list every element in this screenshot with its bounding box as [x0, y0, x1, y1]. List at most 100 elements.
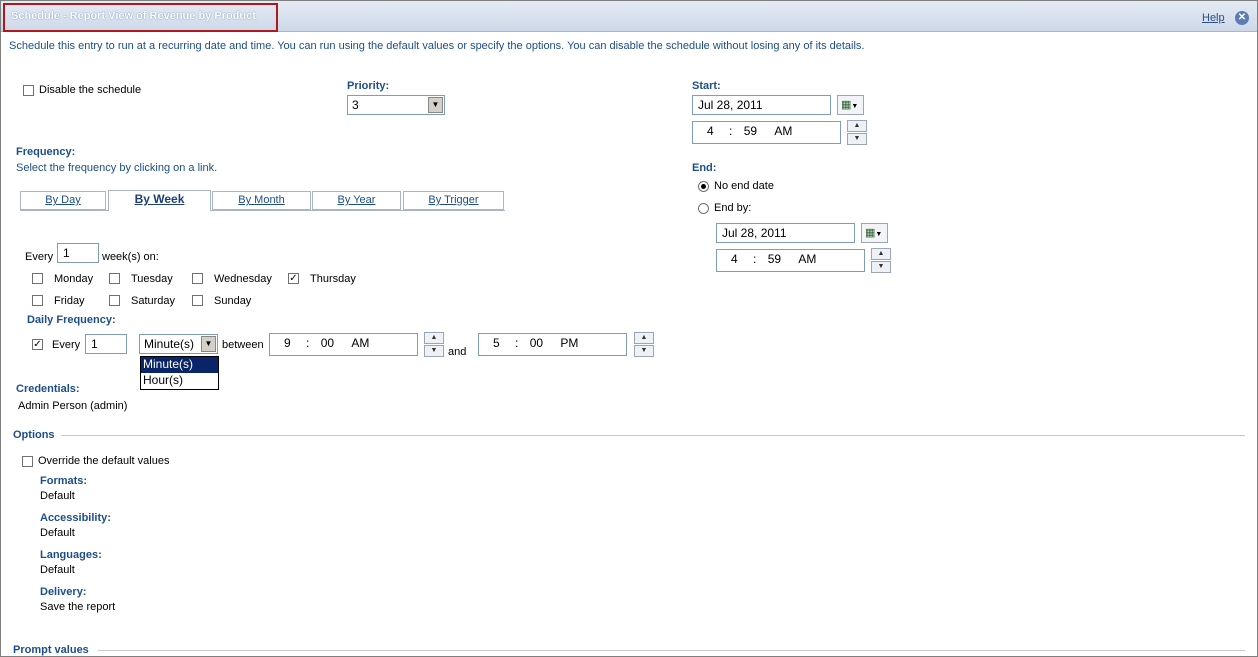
no-end-date-label: No end date	[714, 180, 774, 192]
spin-down-icon[interactable]: ▼	[634, 345, 654, 357]
start-hour: 4	[707, 124, 714, 138]
formats-label: Formats:	[40, 475, 88, 487]
accessibility-value: Default	[40, 527, 75, 539]
from-minute: 00	[320, 336, 335, 350]
disable-schedule-label: Disable the schedule	[39, 84, 142, 96]
friday-label: Friday	[54, 295, 85, 307]
daily-from-time-input[interactable]: 9 : 00 AM	[269, 333, 418, 356]
help-link[interactable]: Help	[1202, 12, 1225, 24]
saturday-checkbox[interactable]	[109, 295, 120, 306]
dropdown-option-minutes[interactable]: Minute(s)	[141, 357, 218, 373]
end-date-input[interactable]: Jul 28, 2011	[716, 223, 855, 243]
spin-down-icon[interactable]: ▼	[424, 345, 444, 357]
time-separator: :	[753, 252, 757, 266]
dropdown-option-hours[interactable]: Hour(s)	[141, 373, 218, 389]
spin-up-icon[interactable]: ▲	[424, 332, 444, 344]
tab-by-month[interactable]: By Month	[212, 191, 311, 210]
tab-by-day[interactable]: By Day	[20, 191, 106, 210]
no-end-date-radio[interactable]	[698, 181, 709, 192]
spin-up-icon[interactable]: ▲	[871, 248, 891, 260]
daily-every-checkbox[interactable]: ✓	[32, 339, 43, 350]
daily-to-time-input[interactable]: 5 : 00 PM	[478, 333, 627, 356]
spin-up-icon[interactable]: ▲	[634, 332, 654, 344]
override-defaults-label: Override the default values	[38, 455, 170, 467]
from-hour: 9	[284, 336, 291, 350]
to-hour: 5	[493, 336, 500, 350]
from-ampm: AM	[351, 336, 370, 350]
sunday-label: Sunday	[214, 295, 252, 307]
calendar-icon: ▦	[841, 99, 852, 111]
chevron-down-icon: ▼	[201, 336, 216, 352]
start-label: Start:	[692, 80, 721, 92]
spin-down-icon[interactable]: ▼	[871, 261, 891, 273]
start-ampm: AM	[774, 124, 793, 138]
between-label: between	[222, 339, 264, 351]
start-calendar-button[interactable]: ▦▼	[837, 95, 864, 115]
time-separator: :	[515, 336, 519, 350]
monday-checkbox[interactable]	[32, 273, 43, 284]
start-time-spinner[interactable]: ▲ ▼	[847, 120, 867, 146]
thursday-checkbox[interactable]: ✓	[288, 273, 299, 284]
spin-up-icon[interactable]: ▲	[847, 120, 867, 132]
friday-checkbox[interactable]	[32, 295, 43, 306]
priority-value: 3	[352, 98, 359, 112]
wednesday-checkbox[interactable]	[192, 273, 203, 284]
override-defaults-checkbox[interactable]	[22, 456, 33, 467]
thursday-label: Thursday	[310, 273, 356, 285]
tab-by-trigger[interactable]: By Trigger	[403, 191, 504, 210]
chevron-down-icon: ▼	[875, 231, 883, 238]
intro-text: Schedule this entry to run at a recurrin…	[9, 40, 865, 52]
daily-from-spinner[interactable]: ▲ ▼	[424, 332, 444, 358]
tuesday-checkbox[interactable]	[109, 273, 120, 284]
start-date-input[interactable]: Jul 28, 2011	[692, 95, 831, 115]
and-label: and	[448, 346, 467, 358]
end-minute: 59	[767, 252, 782, 266]
wednesday-label: Wednesday	[214, 273, 272, 285]
priority-select[interactable]: 3 ▼	[347, 95, 445, 115]
to-minute: 00	[529, 336, 544, 350]
close-icon[interactable]: ✕	[1235, 11, 1249, 25]
daily-interval-input[interactable]: 1	[85, 334, 127, 354]
daily-every-label: Every	[52, 339, 81, 351]
end-by-radio[interactable]	[698, 203, 709, 214]
accessibility-label: Accessibility:	[40, 512, 111, 524]
chevron-down-icon: ▼	[851, 103, 859, 110]
end-time-spinner[interactable]: ▲ ▼	[871, 248, 891, 274]
daily-to-spinner[interactable]: ▲ ▼	[634, 332, 654, 358]
options-divider	[61, 435, 1245, 436]
frequency-label: Frequency:	[16, 146, 76, 158]
daily-unit-select[interactable]: Minute(s) ▼	[139, 334, 218, 354]
tab-by-year[interactable]: By Year	[312, 191, 401, 210]
sunday-checkbox[interactable]	[192, 295, 203, 306]
weeks-interval-input[interactable]: 1	[57, 243, 99, 263]
daily-unit-dropdown-list: Minute(s) Hour(s)	[140, 356, 219, 390]
delivery-value: Save the report	[40, 601, 116, 613]
end-label: End:	[692, 162, 717, 174]
options-section-title: Options	[13, 429, 55, 441]
end-time-input[interactable]: 4 : 59 AM	[716, 249, 865, 272]
start-minute: 59	[743, 124, 758, 138]
daily-frequency-label: Daily Frequency:	[27, 314, 116, 326]
end-hour: 4	[731, 252, 738, 266]
end-calendar-button[interactable]: ▦▼	[861, 223, 888, 243]
disable-schedule-checkbox[interactable]	[23, 85, 34, 96]
tab-baseline	[20, 210, 505, 211]
spin-down-icon[interactable]: ▼	[847, 133, 867, 145]
delivery-label: Delivery:	[40, 586, 87, 598]
start-time-input[interactable]: 4 : 59 AM	[692, 121, 841, 144]
to-ampm: PM	[560, 336, 579, 350]
tab-by-week[interactable]: By Week	[108, 190, 211, 211]
time-separator: :	[306, 336, 310, 350]
title-bar: Schedule - Report View of Revenue by Pro…	[1, 1, 1257, 32]
chevron-down-icon: ▼	[428, 97, 443, 113]
languages-value: Default	[40, 564, 75, 576]
saturday-label: Saturday	[131, 295, 176, 307]
daily-unit-value: Minute(s)	[144, 337, 195, 351]
credentials-value: Admin Person (admin)	[18, 400, 128, 412]
languages-label: Languages:	[40, 549, 102, 561]
time-separator: :	[729, 124, 733, 138]
tuesday-label: Tuesday	[131, 273, 173, 285]
priority-label: Priority:	[347, 80, 390, 92]
formats-value: Default	[40, 490, 75, 502]
calendar-icon: ▦	[865, 227, 876, 239]
